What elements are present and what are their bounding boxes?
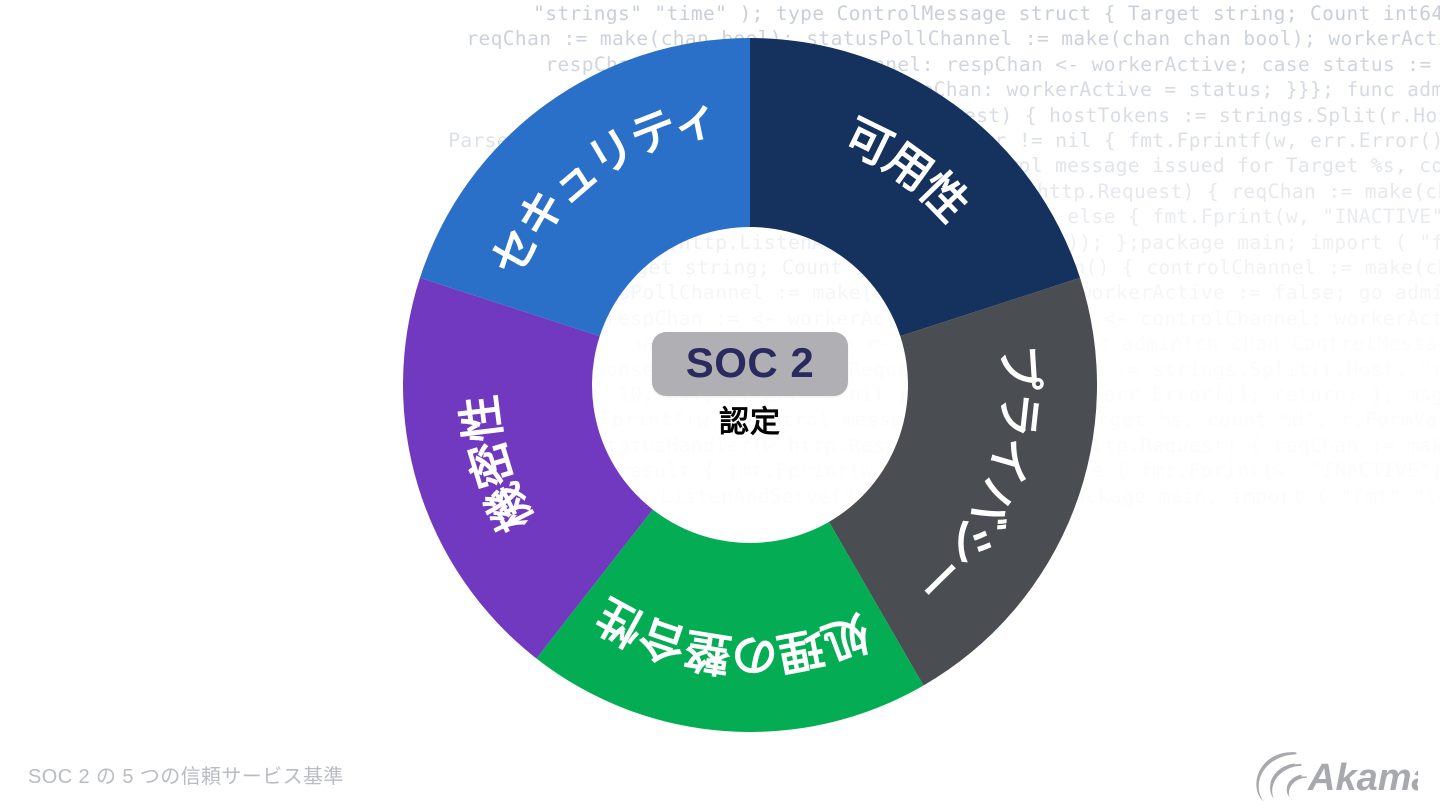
soc2-badge: SOC 2 — [651, 331, 849, 396]
akamai-wordmark: Akamai — [1307, 757, 1418, 799]
soc2-badge-label: SOC 2 — [685, 338, 815, 386]
akamai-logo-svg: Akamai — [1256, 752, 1418, 802]
slide-caption: SOC 2 の 5 つの信頼サービス基準 — [28, 766, 344, 788]
slide-canvas: "strings" "time" ); type ControlMessage … — [0, 0, 1440, 810]
certification-label: 認定 — [719, 405, 781, 439]
code-line: "strings" "time" ); type ControlMessage … — [533, 2, 1440, 25]
donut-center-hub: SOC 2 認定 — [592, 227, 908, 543]
akamai-swoosh-icon — [1256, 752, 1308, 802]
akamai-logo: Akamai — [1246, 748, 1418, 802]
